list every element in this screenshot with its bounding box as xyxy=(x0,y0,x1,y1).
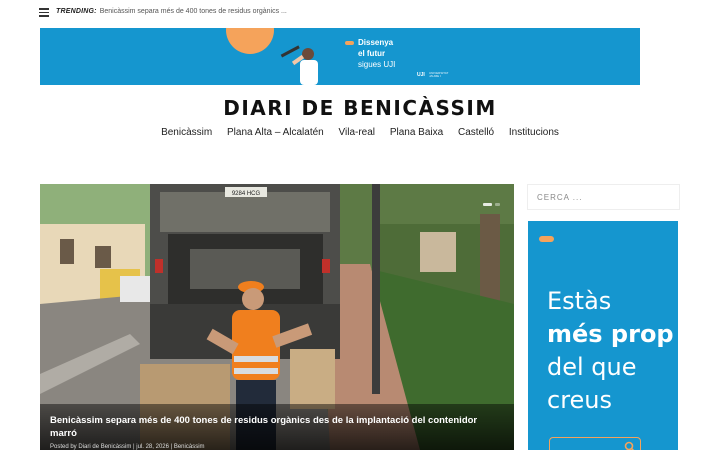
site-title[interactable]: DIARI DE BENICÀSSIM xyxy=(0,96,720,120)
nav-item-vila-real[interactable]: Vila-real xyxy=(339,127,376,138)
nav-item-benicassim[interactable]: Benicàssim xyxy=(161,127,212,138)
trending-bar: TRENDING: Benicàssim separa més de 400 to… xyxy=(0,0,720,26)
top-ad-banner[interactable]: Dissenya el futur sigues UJI UJI UNIVERS… xyxy=(40,28,640,85)
uji-logo-subtitle: UNIVERSITAT JAUME I xyxy=(429,71,449,78)
sidead-search-box xyxy=(549,437,641,450)
ad-person-illustration xyxy=(280,45,318,85)
ad-text-line-1: Dissenya xyxy=(358,38,394,47)
ad-text-line-3: sigues UJI xyxy=(358,60,396,69)
sidead-line-1: Estàs xyxy=(547,287,612,315)
nav-item-plana-alta[interactable]: Plana Alta – Alcalatén xyxy=(227,127,324,138)
ad-text-line-2: el futur xyxy=(358,49,386,58)
uji-logo: UJI xyxy=(417,72,425,78)
ad-accent-pill xyxy=(345,41,354,45)
search-input[interactable] xyxy=(528,185,679,209)
featured-article[interactable]: 9284 HCG Benicàssim separa més de 400 to… xyxy=(40,184,514,450)
sidebar-ad[interactable]: Estàs més prop del que creus xyxy=(528,221,678,450)
search-icon xyxy=(624,441,635,450)
main-nav: Benicàssim Plana Alta – Alcalatén Vila-r… xyxy=(0,127,720,138)
sidead-line-2: més prop xyxy=(547,320,674,348)
sidead-line-3: del que xyxy=(547,353,637,381)
trending-headline[interactable]: Benicàssim separa més de 400 tones de re… xyxy=(100,8,287,15)
trending-ticker[interactable]: TRENDING: Benicàssim separa més de 400 to… xyxy=(56,8,287,15)
search-box xyxy=(527,184,680,210)
nav-item-institucions[interactable]: Institucions xyxy=(509,127,559,138)
slider-indicator[interactable] xyxy=(480,193,500,211)
ad-sun-shape xyxy=(226,28,274,54)
menu-icon[interactable] xyxy=(39,8,49,17)
truck-plate: 9284 HCG xyxy=(232,191,261,197)
featured-meta: Posted by Diari de Benicàssim | jul. 28,… xyxy=(50,444,205,450)
featured-headline[interactable]: Benicàssim separa més de 400 tones de re… xyxy=(50,414,500,440)
trending-label: TRENDING: xyxy=(56,8,97,15)
sidead-accent-pill xyxy=(539,236,554,242)
sidead-line-4: creus xyxy=(547,386,613,414)
nav-item-castello[interactable]: Castelló xyxy=(458,127,494,138)
nav-item-plana-baixa[interactable]: Plana Baixa xyxy=(390,127,443,138)
